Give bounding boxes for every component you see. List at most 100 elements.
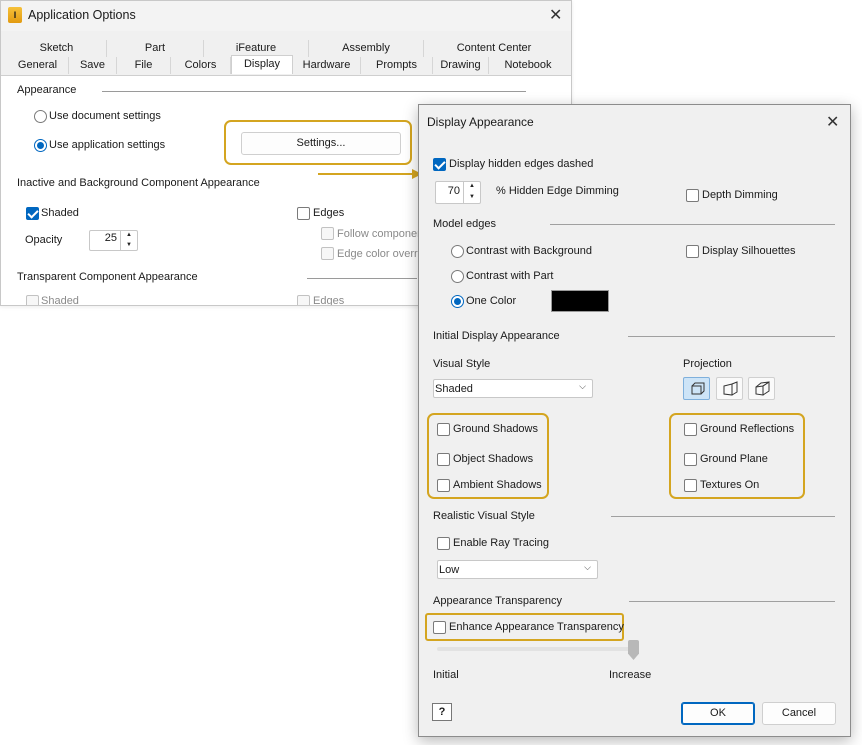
opacity-spinner-arrows: ▲ ▼ [120, 231, 137, 250]
help-button[interactable]: ? [432, 703, 452, 721]
connector-arrow-icon [318, 169, 422, 179]
hidden-edges-dashed-checkbox[interactable] [433, 158, 446, 171]
perspective-projection-button[interactable] [716, 377, 743, 400]
ok-button[interactable]: OK [681, 702, 755, 725]
enhance-transparency-label: Enhance Appearance Transparency [449, 621, 624, 633]
spin-up-icon[interactable]: ▲ [464, 182, 480, 193]
contrast-part-radio[interactable] [451, 270, 464, 283]
hidden-edges-dashed-label: Display hidden edges dashed [449, 158, 594, 170]
enable-ray-tracing-checkbox[interactable] [437, 537, 450, 550]
use-application-settings-radio[interactable] [34, 139, 47, 152]
tab-prompts[interactable]: Prompts [361, 57, 433, 74]
one-color-swatch[interactable] [551, 290, 609, 312]
orthographic-projection-button[interactable] [683, 377, 710, 400]
transparency-slider-thumb[interactable] [628, 640, 639, 660]
edge-color-override-label: Edge color overric [337, 248, 426, 260]
dimming-spinner-arrows: ▲ ▼ [463, 182, 480, 203]
opacity-spinner[interactable]: 25 ▲ ▼ [89, 230, 138, 251]
display-silhouettes-checkbox[interactable] [686, 245, 699, 258]
ground-reflections-checkbox[interactable] [684, 423, 697, 436]
tab-display[interactable]: Display [231, 55, 293, 74]
transparent-section-label: Transparent Component Appearance [17, 271, 198, 283]
visual-style-dropdown[interactable]: Shaded ⌵ [433, 379, 593, 398]
textures-on-checkbox[interactable] [684, 479, 697, 492]
orthographic-icon [691, 382, 705, 395]
ray-tracing-quality-value: Low [439, 564, 460, 576]
projection-label: Projection [683, 358, 732, 370]
ground-shadows-label: Ground Shadows [453, 423, 538, 435]
initial-display-separator [628, 336, 835, 337]
tab-sketch[interactable]: Sketch [7, 40, 107, 57]
contrast-background-label: Contrast with Background [466, 245, 592, 257]
spin-down-icon[interactable]: ▼ [464, 193, 480, 204]
transparent-edges-label: Edges [313, 295, 345, 306]
ground-plane-checkbox[interactable] [684, 453, 697, 466]
contrast-background-radio[interactable] [451, 245, 464, 258]
perspective-ortho-icon [755, 381, 770, 396]
inventor-app-icon: I [8, 7, 22, 23]
spin-up-icon[interactable]: ▲ [121, 231, 137, 241]
transparent-shaded-label: Shaded [41, 295, 79, 306]
realistic-separator [611, 516, 835, 517]
appearance-section-label: Appearance [17, 84, 77, 96]
tab-notebook[interactable]: Notebook [489, 57, 567, 74]
ambient-shadows-label: Ambient Shadows [453, 479, 542, 491]
transparent-edges-checkbox[interactable] [297, 295, 310, 305]
use-application-settings-label: Use application settings [49, 139, 166, 151]
object-shadows-label: Object Shadows [453, 453, 534, 465]
initial-display-section-label: Initial Display Appearance [433, 330, 560, 342]
appearance-separator [102, 91, 526, 92]
inactive-shaded-label: Shaded [41, 207, 79, 219]
one-color-label: One Color [466, 295, 517, 307]
dialog-title: Display Appearance [427, 115, 534, 129]
inactive-section-label: Inactive and Background Component Appear… [17, 177, 260, 189]
tab-drawing[interactable]: Drawing [433, 57, 489, 74]
app-close-icon[interactable]: ✕ [549, 8, 562, 24]
tab-colors[interactable]: Colors [171, 57, 231, 74]
transparent-shaded-checkbox[interactable] [26, 295, 39, 305]
slider-increase-label: Increase [609, 669, 652, 681]
inactive-edges-label: Edges [313, 207, 345, 219]
ray-tracing-quality-dropdown[interactable]: Low ⌵ [437, 560, 598, 579]
dialog-close-icon[interactable]: ✕ [826, 115, 839, 131]
depth-dimming-checkbox[interactable] [686, 189, 699, 202]
use-document-settings-radio[interactable] [34, 110, 47, 123]
edge-color-override-checkbox[interactable] [321, 247, 334, 260]
perspective-icon [723, 381, 738, 396]
hidden-edge-dimming-spinner[interactable]: 70 ▲ ▼ [435, 181, 481, 204]
chevron-down-icon: ⌵ [584, 562, 591, 572]
perspective-ortho-faces-button[interactable] [748, 377, 775, 400]
visual-style-label: Visual Style [433, 358, 491, 370]
display-appearance-dialog: Display Appearance ✕ Display hidden edge… [418, 104, 851, 737]
realistic-section-label: Realistic Visual Style [433, 510, 535, 522]
tab-assembly[interactable]: Assembly [309, 40, 424, 57]
tab-hardware[interactable]: Hardware [293, 57, 361, 74]
inactive-shaded-checkbox[interactable] [26, 207, 39, 220]
settings-button[interactable]: Settings... [241, 132, 401, 155]
cancel-button[interactable]: Cancel [762, 702, 836, 725]
hidden-edge-dimming-label: % Hidden Edge Dimming [496, 185, 619, 197]
one-color-radio[interactable] [451, 295, 464, 308]
tab-file[interactable]: File [117, 57, 171, 74]
spin-down-icon[interactable]: ▼ [121, 241, 137, 251]
object-shadows-checkbox[interactable] [437, 453, 450, 466]
tabs-row-2: General Save File Colors Display Hardwar… [7, 55, 567, 74]
tab-content-center[interactable]: Content Center [424, 40, 564, 57]
enable-ray-tracing-label: Enable Ray Tracing [453, 537, 549, 549]
ground-shadows-checkbox[interactable] [437, 423, 450, 436]
transparency-slider-track[interactable] [437, 647, 633, 651]
ambient-shadows-checkbox[interactable] [437, 479, 450, 492]
textures-on-label: Textures On [700, 479, 760, 491]
opacity-label: Opacity [25, 234, 63, 246]
tab-general[interactable]: General [7, 57, 69, 74]
tab-part[interactable]: Part [107, 40, 204, 57]
display-silhouettes-label: Display Silhouettes [702, 245, 796, 257]
tab-save[interactable]: Save [69, 57, 117, 74]
help-icon: ? [438, 706, 446, 718]
enhance-transparency-checkbox[interactable] [433, 621, 446, 634]
contrast-part-label: Contrast with Part [466, 270, 554, 282]
slider-initial-label: Initial [433, 669, 459, 681]
inactive-edges-checkbox[interactable] [297, 207, 310, 220]
follow-component-checkbox[interactable] [321, 227, 334, 240]
ground-plane-label: Ground Plane [700, 453, 768, 465]
